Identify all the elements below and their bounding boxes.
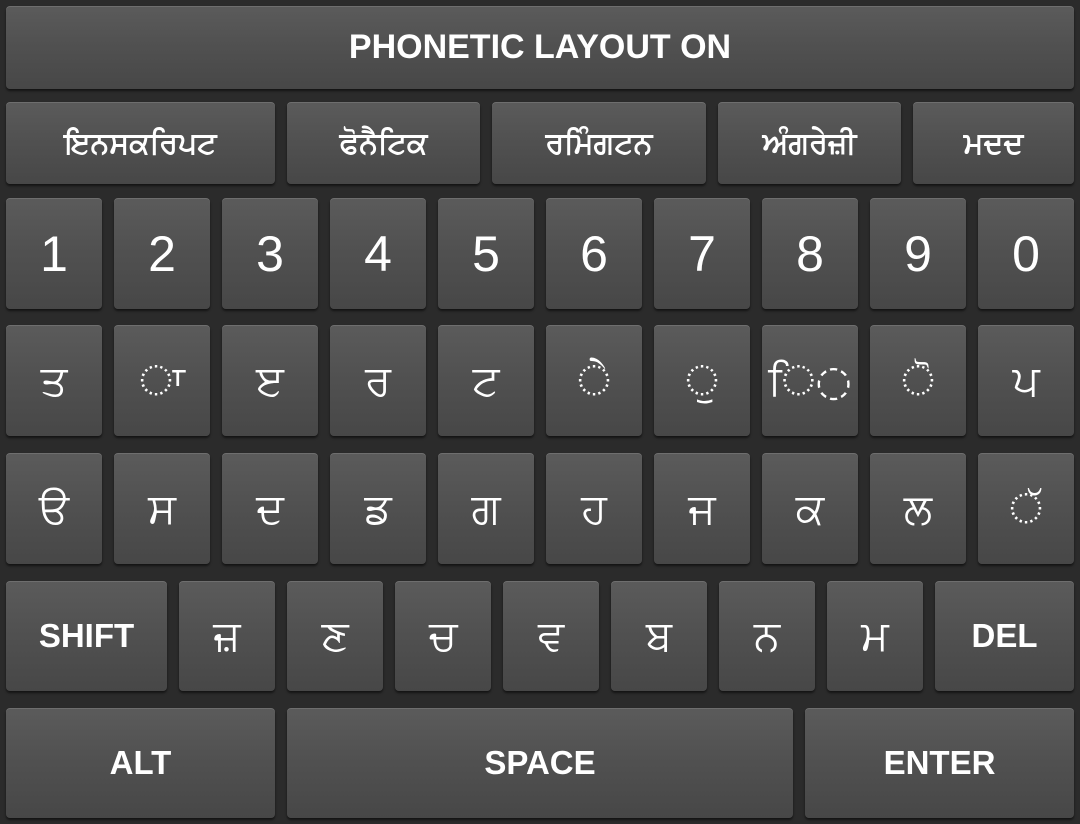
tab-phonetic[interactable]: ਫੋਨੈਟਿਕ — [287, 102, 480, 184]
key-0[interactable]: 0 — [978, 198, 1074, 309]
key-label: 8 — [796, 225, 824, 282]
tab-remington[interactable]: ਰਮਿੰਗਟਨ — [492, 102, 706, 184]
tab-phonetic-label: ਫੋਨੈਟਿਕ — [339, 125, 428, 161]
alt-label: ALT — [109, 744, 172, 781]
phonetic-keyboard: PHONETIC LAYOUT ON ਇਨਸਕਰਿਪਟ ਫੋਨੈਟਿਕ ਰਮਿੰ… — [0, 0, 1080, 824]
key-tta[interactable]: ਟ — [438, 325, 534, 436]
key-ja[interactable]: ਜ — [654, 453, 750, 564]
key-ba[interactable]: ਬ — [611, 581, 707, 691]
key-za[interactable]: ਜ਼ — [179, 581, 275, 691]
key-ka[interactable]: ਕ — [762, 453, 858, 564]
shift-label: SHIFT — [38, 617, 135, 654]
key-5[interactable]: 5 — [438, 198, 534, 309]
key-label: ਡ — [364, 483, 392, 533]
key-label: 3 — [256, 225, 284, 282]
key-label: 4 — [364, 225, 392, 282]
tab-help[interactable]: ਮਦਦ — [913, 102, 1074, 184]
key-7[interactable]: 7 — [654, 198, 750, 309]
key-label: ◌ੱ — [1009, 483, 1043, 533]
key-label: ਲ — [903, 483, 933, 533]
key-kanna[interactable]: ◌ਾ — [114, 325, 210, 436]
key-4[interactable]: 4 — [330, 198, 426, 309]
key-label: ◌ੁ — [685, 355, 719, 405]
delete-label: DEL — [971, 617, 1038, 654]
key-8[interactable]: 8 — [762, 198, 858, 309]
key-label: ਟ — [472, 355, 500, 405]
key-label: ਿ◌ — [768, 355, 852, 405]
key-lavan[interactable]: ◌ੇ — [546, 325, 642, 436]
delete-key[interactable]: DEL — [935, 581, 1074, 691]
key-2[interactable]: 2 — [114, 198, 210, 309]
enter-label: ENTER — [883, 744, 996, 781]
key-label: ਰ — [364, 355, 392, 405]
key-label: 6 — [580, 225, 608, 282]
tab-english[interactable]: ਅੰਗਰੇਜ਼ੀ — [718, 102, 901, 184]
tab-inscript[interactable]: ਇਨਸਕਰਿਪਟ — [6, 102, 275, 184]
key-label: ◌ੋ — [901, 355, 935, 405]
key-label: 2 — [148, 225, 176, 282]
key-9[interactable]: 9 — [870, 198, 966, 309]
key-ra[interactable]: ਰ — [330, 325, 426, 436]
key-label: ਜ — [688, 483, 716, 533]
key-1[interactable]: 1 — [6, 198, 102, 309]
key-label: ਹ — [581, 483, 607, 533]
enter-key[interactable]: ENTER — [805, 708, 1074, 818]
key-label: 5 — [472, 225, 500, 282]
key-la[interactable]: ਲ — [870, 453, 966, 564]
layout-status-banner[interactable]: PHONETIC LAYOUT ON — [6, 6, 1074, 89]
key-label: ◌ਾ — [139, 355, 185, 405]
key-label: 9 — [904, 225, 932, 282]
key-label: ਚ — [428, 611, 458, 660]
key-6[interactable]: 6 — [546, 198, 642, 309]
key-label: 1 — [40, 225, 68, 282]
key-label: ਬ — [645, 611, 673, 660]
space-label: SPACE — [484, 744, 596, 781]
key-label: ਦ — [256, 483, 284, 533]
key-label: ੳ — [38, 483, 70, 533]
key-ga[interactable]: ਗ — [438, 453, 534, 564]
key-label: ਮ — [861, 611, 889, 660]
key-ura[interactable]: ੳ — [6, 453, 102, 564]
layout-status-label: PHONETIC LAYOUT ON — [348, 28, 732, 66]
key-ha[interactable]: ਹ — [546, 453, 642, 564]
key-label: 7 — [688, 225, 716, 282]
key-label: ਨ — [753, 611, 781, 660]
key-nna[interactable]: ਣ — [287, 581, 383, 691]
key-3[interactable]: 3 — [222, 198, 318, 309]
tab-help-label: ਮਦਦ — [963, 125, 1024, 161]
key-na[interactable]: ਨ — [719, 581, 815, 691]
key-label: ਸ — [148, 483, 176, 533]
key-aunkar[interactable]: ◌ੁ — [654, 325, 750, 436]
key-dda[interactable]: ਡ — [330, 453, 426, 564]
key-hora[interactable]: ◌ੋ — [870, 325, 966, 436]
key-label: ਵ — [537, 611, 565, 660]
key-label: ਣ — [321, 611, 349, 660]
key-label: ਕ — [795, 483, 825, 533]
alt-key[interactable]: ALT — [6, 708, 275, 818]
key-label: ੲ — [256, 355, 284, 405]
key-label: ਪ — [1012, 355, 1040, 405]
key-ta[interactable]: ਤ — [6, 325, 102, 436]
key-va[interactable]: ਵ — [503, 581, 599, 691]
key-label: ਤ — [40, 355, 68, 405]
key-addak[interactable]: ◌ੱ — [978, 453, 1074, 564]
key-label: 0 — [1012, 225, 1040, 282]
tab-remington-label: ਰਮਿੰਗਟਨ — [545, 125, 653, 161]
key-label: ਗ — [471, 483, 501, 533]
key-iri[interactable]: ੲ — [222, 325, 318, 436]
shift-key[interactable]: SHIFT — [6, 581, 167, 691]
key-da[interactable]: ਦ — [222, 453, 318, 564]
key-sihari[interactable]: ਿ◌ — [762, 325, 858, 436]
key-label: ਜ਼ — [213, 611, 241, 660]
key-pa[interactable]: ਪ — [978, 325, 1074, 436]
key-ma[interactable]: ਮ — [827, 581, 923, 691]
key-sa[interactable]: ਸ — [114, 453, 210, 564]
key-ca[interactable]: ਚ — [395, 581, 491, 691]
key-label: ◌ੇ — [577, 355, 611, 405]
tab-inscript-label: ਇਨਸਕਰਿਪਟ — [64, 125, 217, 161]
tab-english-label: ਅੰਗਰੇਜ਼ੀ — [762, 125, 857, 161]
space-key[interactable]: SPACE — [287, 708, 793, 818]
